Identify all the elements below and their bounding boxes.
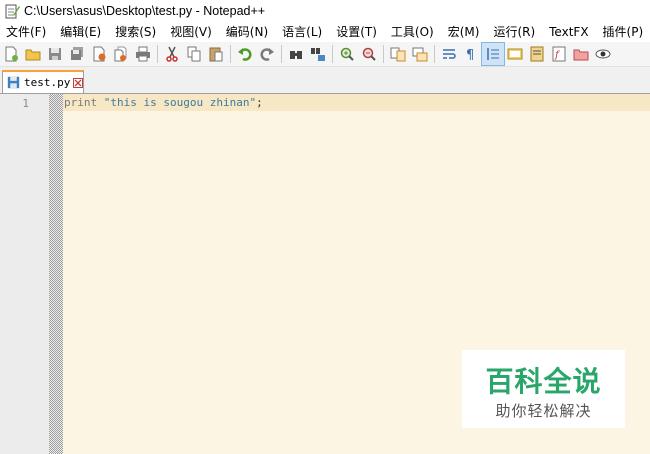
wrap-icon[interactable] [438,43,460,65]
window-title: C:\Users\asus\Desktop\test.py - Notepad+… [24,4,266,18]
close-icon[interactable] [88,43,110,65]
menu-run[interactable]: 运行(R) [486,22,542,42]
toolbar-separator [434,45,435,63]
find-icon[interactable] [285,43,307,65]
indent-guide-icon[interactable] [481,42,505,66]
monitor-icon[interactable] [592,43,614,65]
menu-settings[interactable]: 设置(T) [329,22,384,42]
tab-test-py[interactable]: test.py [2,70,84,93]
code-semicolon: ; [256,96,263,109]
cut-icon[interactable] [161,43,183,65]
user-lang-icon[interactable] [504,43,526,65]
menu-edit[interactable]: 编辑(E) [53,22,108,42]
menu-view[interactable]: 视图(V) [163,22,219,42]
tab-label: test.py [24,76,71,89]
notepad-app-icon [4,3,20,19]
menu-search[interactable]: 搜索(S) [108,22,163,42]
code-keyword: print [64,96,98,109]
close-icon[interactable] [73,77,83,88]
toolbar-separator [230,45,231,63]
watermark-subtitle: 助你轻松解决 [495,402,592,420]
menu-macro[interactable]: 宏(M) [441,22,487,42]
close-all-icon[interactable] [110,43,132,65]
menu-bar: 文件(F) 编辑(E) 搜索(S) 视图(V) 编码(N) 语言(L) 设置(T… [0,22,650,42]
line-number-gutter: 1 [0,94,49,454]
zoom-in-icon[interactable] [336,43,358,65]
toolbar-separator [157,45,158,63]
code-line[interactable]: print "this is sougou zhinan"; [64,96,263,109]
menu-file[interactable]: 文件(F) [0,22,53,42]
toolbar-separator [383,45,384,63]
open-file-icon[interactable] [22,43,44,65]
code-string: "this is sougou zhinan" [103,96,257,109]
print-icon[interactable] [132,43,154,65]
zoom-out-icon[interactable] [358,43,380,65]
copy-icon[interactable] [183,43,205,65]
toolbar: ¶ f [0,42,650,67]
undo-icon[interactable] [234,43,256,65]
toolbar-separator [332,45,333,63]
paste-icon[interactable] [205,43,227,65]
save-icon [7,76,20,89]
menu-encoding[interactable]: 编码(N) [219,22,275,42]
menu-textfx[interactable]: TextFX [542,22,595,42]
sync-v-icon[interactable] [387,43,409,65]
title-bar: C:\Users\asus\Desktop\test.py - Notepad+… [0,0,650,22]
show-all-chars-icon[interactable]: ¶ [460,43,482,65]
replace-icon[interactable] [307,43,329,65]
function-list-icon[interactable]: f [548,43,570,65]
fold-margin[interactable] [49,94,63,454]
sync-h-icon[interactable] [409,43,431,65]
watermark-logo: 百科全说 助你轻松解决 [462,350,625,428]
menu-language[interactable]: 语言(L) [275,22,329,42]
svg-text:¶: ¶ [466,48,474,62]
doc-map-icon[interactable] [526,43,548,65]
watermark-title: 百科全说 [485,365,602,398]
redo-icon[interactable] [256,43,278,65]
toolbar-separator [281,45,282,63]
menu-tools[interactable]: 工具(O) [384,22,441,42]
save-all-icon[interactable] [66,43,88,65]
new-file-icon[interactable] [0,43,22,65]
tab-bar: test.py [0,67,650,94]
save-icon[interactable] [44,43,66,65]
folder-icon[interactable] [570,43,592,65]
menu-plugins[interactable]: 插件(P) [596,22,650,42]
line-number: 1 [22,97,29,110]
